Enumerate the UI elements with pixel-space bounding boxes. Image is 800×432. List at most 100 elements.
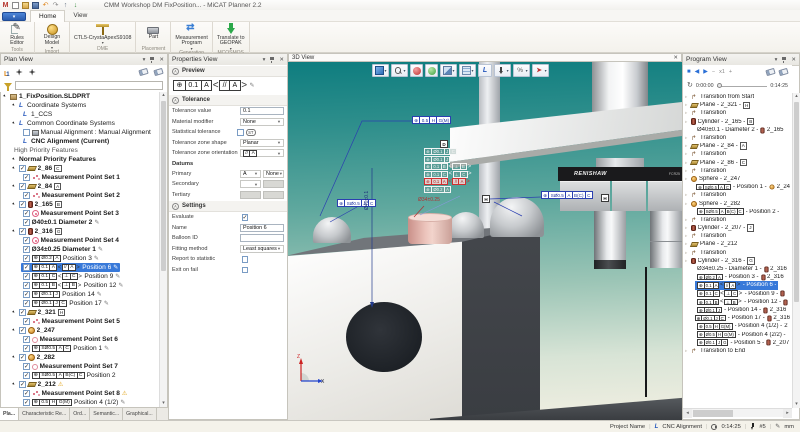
tree-row[interactable]: ▸Normal Priority Features: [1, 155, 159, 164]
checkbox[interactable]: ✓: [23, 219, 30, 226]
tree-row[interactable]: ✓Measurement Point Set 4: [1, 236, 159, 245]
section-header[interactable]: ˄Tolerance: [169, 95, 287, 106]
tree-row[interactable]: ▸LCommon Coordinate Systems: [1, 119, 159, 128]
checkbox[interactable]: [242, 267, 249, 274]
property-input[interactable]: 0.1: [240, 107, 284, 115]
checkbox[interactable]: ✓: [19, 183, 26, 190]
property-input[interactable]: Position 6: [240, 224, 284, 232]
step-backward-button[interactable]: ◀: [695, 69, 700, 76]
tree-row[interactable]: ▸✓2_84A: [1, 182, 159, 191]
collapse-chevron-icon[interactable]: ˄: [172, 97, 179, 104]
checkbox[interactable]: ✓: [23, 291, 30, 298]
checkbox[interactable]: [242, 256, 249, 263]
program-row[interactable]: ▹Cylinder - 2_207 - J: [683, 224, 792, 232]
checkbox[interactable]: ✓: [19, 201, 26, 208]
gdt-stack-row[interactable]: ⊕Ø0.1JC: [424, 148, 457, 155]
checkbox[interactable]: ✓: [23, 210, 30, 217]
checkbox[interactable]: ✓: [19, 309, 26, 316]
gdt-stack-row[interactable]: ⊕Ø0.1J: [424, 156, 450, 163]
stop-button[interactable]: ■: [687, 69, 691, 76]
tree-row[interactable]: ▸✓2_247: [1, 326, 159, 335]
progress-slider[interactable]: [717, 86, 768, 87]
checkbox[interactable]: ✓: [23, 345, 30, 352]
program-row[interactable]: ▹↱Transition: [683, 232, 792, 240]
datum-dropdown-2[interactable]: [263, 180, 284, 188]
section-header[interactable]: ˄Preview: [169, 66, 287, 77]
edit-icon[interactable]: ✎: [113, 264, 118, 271]
undo-icon[interactable]: ↶: [42, 2, 49, 9]
checkbox[interactable]: ✓: [23, 399, 30, 406]
coordinate-systems-button[interactable]: L: [478, 64, 492, 77]
tree-row[interactable]: ▸✓2_165B: [1, 200, 159, 209]
scrollbar-thumb[interactable]: [794, 102, 799, 302]
checkbox[interactable]: ✓: [23, 300, 30, 307]
gdt-callout[interactable]: ⊕0.5HG(M): [412, 116, 451, 124]
tree-row[interactable]: ▸✓2_86C: [1, 164, 159, 173]
tree-row[interactable]: ▸1_FixPosition.SLDPRT: [1, 92, 159, 101]
tree-row[interactable]: ✓Ø40±0.1 Diameter 2✎: [1, 218, 159, 227]
collapse-chevron-icon[interactable]: ˄: [172, 203, 179, 210]
cmm-machine-button[interactable]: CTL5-CrystaApexS9108▾: [74, 23, 131, 44]
scroll-up-icon[interactable]: ▴: [160, 92, 167, 99]
program-row[interactable]: ▹↱Transition: [683, 150, 792, 158]
plan-dropdown-icon[interactable]: ▾: [143, 57, 146, 63]
checkbox[interactable]: [23, 129, 30, 136]
plan-pin-icon[interactable]: [149, 56, 155, 63]
program-row[interactable]: ⊕Ø0.2A - Position 3 - 2_316: [683, 273, 792, 281]
program-row[interactable]: ⊕0.1B<⊥B> - Position 12 -: [683, 298, 792, 306]
zoom-view-button[interactable]: ▾: [391, 64, 408, 77]
tree-row[interactable]: ✓⊕SØ0.5ACPosition 1✎: [1, 344, 159, 353]
edit-icon[interactable]: ✎: [94, 255, 99, 262]
program-row[interactable]: ⊕0.1A<//A> - Position 6 -: [683, 281, 792, 289]
plan-scrollbar[interactable]: ▴ ▾: [159, 92, 167, 407]
save-icon[interactable]: [32, 2, 39, 9]
tree-row[interactable]: ▸✓2_282: [1, 353, 159, 362]
view-tab[interactable]: Ord...: [70, 408, 90, 420]
tab-view[interactable]: View: [65, 10, 95, 22]
tree-row[interactable]: LCNC Alignment (Current): [1, 137, 159, 146]
program-horizontal-scrollbar[interactable]: ◂ ▸: [683, 408, 792, 417]
view-tab[interactable]: Pla...: [0, 408, 19, 420]
tree-row[interactable]: ✓⊕Ø0.1JCPosition 17✎: [1, 299, 159, 308]
program-vertical-scrollbar[interactable]: ▴ ▾: [792, 93, 800, 408]
scroll-right-icon[interactable]: ▸: [783, 409, 792, 418]
tree-row[interactable]: ▸✓2_212⚠: [1, 380, 159, 389]
tree-row[interactable]: ✓Measurement Point Set 2: [1, 191, 159, 200]
display-options-button[interactable]: ▾: [459, 64, 476, 77]
part-button[interactable]: Part: [140, 23, 166, 40]
properties-close-icon[interactable]: ✕: [279, 57, 284, 63]
translate-geopak-button[interactable]: Translate to GEOPAK▾: [217, 23, 245, 50]
rules-editor-button[interactable]: Rules Editor: [4, 23, 30, 47]
program-row[interactable]: ⊕SØ0.5AC - Position 1 - 2_24: [683, 183, 792, 191]
tree-row[interactable]: ✓⊕Ø0.2APosition 3✎: [1, 254, 159, 263]
program-row[interactable]: ▹Cylinder - 2_165 - B: [683, 118, 792, 126]
checkbox[interactable]: ✓: [19, 165, 26, 172]
tree-row[interactable]: ✓⊕0.5HG(M)Position 4 (1/2)✎: [1, 398, 159, 407]
program-row[interactable]: ▹↱Transition: [683, 191, 792, 199]
expand-all-icon[interactable]: [16, 69, 23, 76]
view3d-scene[interactable]: RENISHAW FCR25 Z X ▾▾▾▾L▾%▾➤▾ ⊕0.5HG(M)⊕…: [288, 62, 682, 420]
slider-handle[interactable]: [717, 83, 722, 88]
checkbox[interactable]: [237, 129, 244, 136]
checkbox[interactable]: ✓: [23, 282, 30, 289]
checkbox[interactable]: ✓: [23, 246, 30, 253]
program-row[interactable]: ▹↱Transition: [683, 109, 792, 117]
tab-home[interactable]: Home: [30, 10, 65, 22]
program-row[interactable]: ⊕0.1C<⊥C> - Position 9 -: [683, 290, 792, 298]
checkbox[interactable]: ✓: [23, 192, 30, 199]
program-row[interactable]: ⊕Ø0.1J - Position 14 - 2_316: [683, 306, 792, 314]
gdt-callout[interactable]: ⊕SØ0.5AB(C)C: [541, 191, 593, 199]
gdt-stack-row[interactable]: ⊕0.1A<//A>: [424, 178, 470, 185]
tree-row[interactable]: ✓Measurement Point Set 3: [1, 209, 159, 218]
checkbox[interactable]: ✓: [23, 264, 30, 271]
measurement-program-button[interactable]: Measurement Program▾: [175, 23, 207, 50]
checkbox[interactable]: ✓: [23, 363, 30, 370]
tree-row[interactable]: ✓⊕0.1C<⊥C>Position 9✎: [1, 272, 159, 281]
properties-dropdown-icon[interactable]: ▾: [263, 57, 266, 63]
checkbox[interactable]: ✓: [23, 372, 30, 379]
program-pin-icon[interactable]: [781, 56, 787, 63]
view3d-close-icon[interactable]: ✕: [673, 55, 678, 61]
filter-funnel-icon[interactable]: [4, 83, 12, 88]
checkbox[interactable]: ✓: [23, 336, 30, 343]
checkbox[interactable]: ✓: [23, 318, 30, 325]
